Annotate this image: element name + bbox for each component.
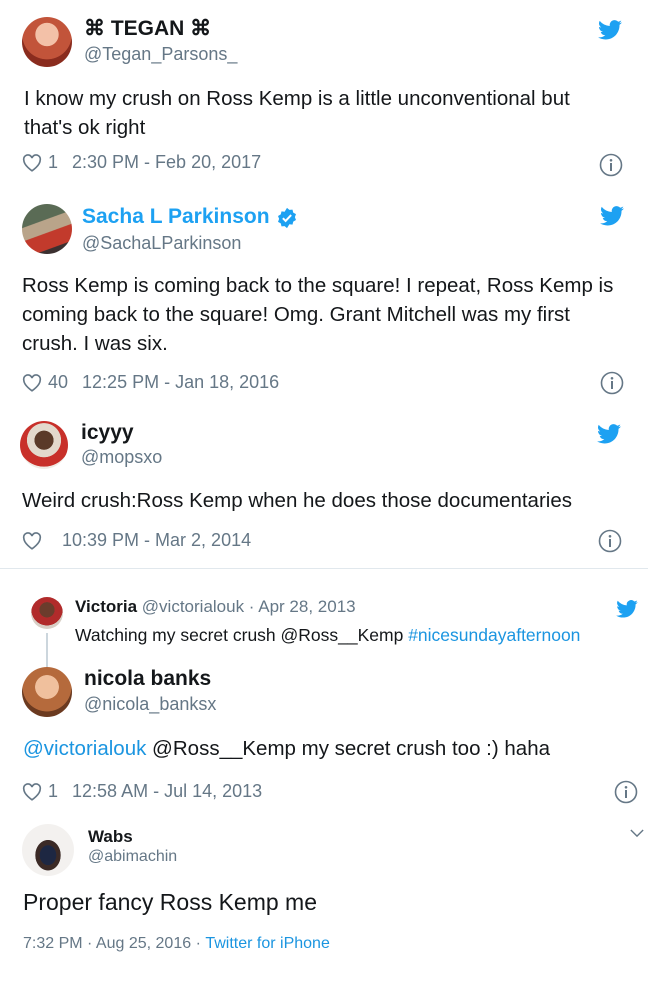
thread-line — [46, 633, 48, 669]
heart-icon[interactable] — [22, 782, 42, 801]
timestamp[interactable]: 12:58 AM - Jul 14, 2013 — [72, 781, 262, 802]
twitter-bird-icon[interactable] — [598, 20, 622, 40]
tweet-card: Sacha L Parkinson @SachaLParkinson Ross … — [0, 190, 648, 408]
timestamp[interactable]: 12:25 PM - Jan 18, 2016 — [82, 372, 279, 393]
info-icon[interactable] — [598, 529, 622, 553]
display-name[interactable]: icyyy — [81, 421, 134, 445]
chevron-down-icon[interactable] — [630, 829, 644, 838]
heart-icon[interactable] — [22, 373, 42, 392]
tweet-meta: 40 12:25 PM - Jan 18, 2016 — [22, 372, 279, 393]
username[interactable]: @nicola_banksx — [84, 694, 216, 715]
parent-display-name[interactable]: Victoria — [75, 597, 137, 616]
tweet-text: Weird crush:Ross Kemp when he does those… — [22, 489, 572, 512]
parent-text: Watching my secret crush @Ross__Kemp — [75, 625, 409, 645]
heart-icon[interactable] — [22, 531, 42, 550]
username[interactable]: @Tegan_Parsons_ — [84, 44, 237, 65]
username[interactable]: @SachaLParkinson — [82, 233, 241, 254]
timestamp[interactable]: 2:30 PM - Feb 20, 2017 — [72, 152, 261, 173]
like-count: 1 — [48, 152, 59, 172]
verified-badge-icon — [278, 207, 296, 229]
like-count: 40 — [48, 372, 69, 392]
tweet-card: ⌘ TEGAN ⌘ @Tegan_Parsons_ I know my crus… — [0, 0, 648, 190]
avatar[interactable] — [22, 824, 74, 876]
reply-text: @Ross__Kemp my secret crush too :) haha — [146, 737, 551, 760]
timestamp[interactable]: 10:39 PM - Mar 2, 2014 — [62, 530, 251, 551]
tweet-meta: 1 12:58 AM - Jul 14, 2013 — [22, 781, 262, 802]
tweet-text: @victorialouk @Ross__Kemp my secret crus… — [23, 734, 623, 763]
info-icon[interactable] — [600, 371, 624, 395]
display-name[interactable]: nicola banks — [84, 667, 211, 691]
tweet-text: I know my crush on Ross Kemp is a little… — [24, 87, 570, 139]
mention-link[interactable]: @victorialouk — [23, 737, 146, 760]
heart-icon[interactable] — [22, 153, 42, 172]
twitter-bird-icon[interactable] — [597, 424, 621, 444]
username[interactable]: @mopsxo — [81, 447, 162, 468]
tweet-meta: 1 2:30 PM - Feb 20, 2017 — [22, 152, 261, 173]
avatar[interactable] — [22, 667, 72, 717]
parent-tweet-header: Victoria @victorialouk · Apr 28, 2013 — [75, 597, 356, 617]
hashtag-link[interactable]: #nicesundayafternoon — [408, 625, 580, 645]
avatar[interactable] — [31, 597, 63, 629]
tweet-meta: 7:32 PM · Aug 25, 2016 · Twitter for iPh… — [23, 935, 330, 953]
twitter-bird-icon[interactable] — [616, 600, 638, 618]
info-icon[interactable] — [599, 153, 623, 177]
tweet-text: Ross Kemp is coming back to the square! … — [22, 274, 614, 355]
info-icon[interactable] — [614, 780, 638, 804]
timestamp[interactable]: 7:32 PM · Aug 25, 2016 · — [23, 935, 205, 953]
display-name[interactable]: Wabs — [88, 827, 133, 847]
tweet-text: Proper fancy Ross Kemp me — [23, 889, 318, 915]
tweet-card: Victoria @victorialouk · Apr 28, 2013 Wa… — [0, 569, 648, 816]
tweet-card: Wabs @abimachin Proper fancy Ross Kemp m… — [0, 816, 648, 982]
parent-username-date[interactable]: @victorialouk · Apr 28, 2013 — [142, 597, 356, 616]
display-name[interactable]: Sacha L Parkinson — [82, 205, 270, 229]
avatar[interactable] — [20, 421, 68, 469]
parent-tweet-text: Watching my secret crush @Ross__Kemp #ni… — [75, 625, 580, 646]
avatar[interactable] — [22, 204, 72, 254]
username[interactable]: @abimachin — [88, 848, 177, 866]
like-count: 1 — [48, 781, 59, 801]
source-link[interactable]: Twitter for iPhone — [205, 935, 330, 953]
display-name[interactable]: ⌘ TEGAN ⌘ — [84, 16, 211, 41]
tweet-meta: 10:39 PM - Mar 2, 2014 — [22, 530, 251, 551]
tweet-card: icyyy @mopsxo Weird crush:Ross Kemp when… — [0, 408, 648, 568]
twitter-bird-icon[interactable] — [600, 206, 624, 226]
avatar[interactable] — [22, 17, 72, 67]
